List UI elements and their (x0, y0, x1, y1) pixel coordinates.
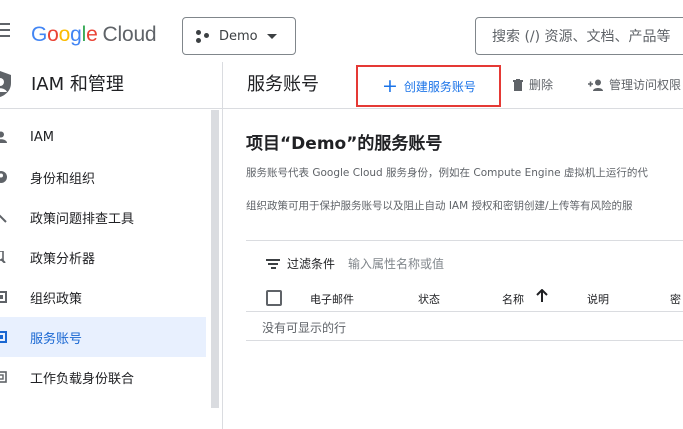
person-icon (0, 131, 7, 143)
select-all-checkbox[interactable] (266, 290, 282, 306)
table-top-divider (246, 240, 683, 241)
arrow-up-icon[interactable] (536, 289, 548, 303)
filter-icon (266, 258, 280, 269)
create-service-account-button[interactable]: + 创建服务账号 (356, 65, 501, 107)
person-add-icon (588, 79, 603, 91)
trash-icon (513, 78, 523, 91)
plus-icon: + (382, 74, 398, 97)
caret-down-icon (266, 33, 277, 39)
sidebar-item-workload-identity[interactable]: 工作负载身份联合 (0, 357, 206, 397)
sidebar-item-label: 身份和组织 (30, 171, 96, 187)
column-status[interactable]: 状态 (418, 291, 440, 307)
product-title: IAM 和管理 (31, 74, 124, 95)
document-icon (0, 291, 7, 303)
sidebar-scrollbar[interactable] (211, 110, 219, 408)
search-placeholder: 搜索 (/) 资源、文档、产品等 (492, 29, 671, 45)
shield-icon (0, 71, 11, 97)
sidebar-item-service-accounts[interactable]: 服务账号 (0, 317, 206, 357)
project-name: Demo (219, 28, 258, 44)
sidebar-item-label: 组织政策 (30, 291, 83, 307)
logo-cloud-text: Cloud (102, 23, 157, 46)
manage-label: 管理访问权限 (609, 78, 682, 92)
menu-icon[interactable] (0, 23, 10, 37)
google-cloud-logo[interactable]: Google Cloud (31, 22, 157, 48)
sidebar-item-iam[interactable]: IAM (0, 117, 206, 157)
product-header: IAM 和管理 (0, 62, 222, 109)
project-picker[interactable]: Demo (182, 17, 296, 55)
sidebar-item-identity-org[interactable]: 身份和组织 (0, 157, 206, 197)
page-title: 服务账号 (247, 74, 319, 95)
table-empty-row: 没有可显示的行 (246, 313, 683, 341)
wrench-icon (0, 214, 7, 223)
sidebar: IAM 身份和组织 政策问题排查工具 政策分析器 组织政策 服务账号 工作负载身… (0, 110, 212, 429)
person-circle-icon (0, 171, 7, 183)
column-email[interactable]: 电子邮件 (310, 291, 354, 307)
search-input[interactable]: 搜索 (/) 资源、文档、产品等 (475, 17, 683, 55)
delete-button[interactable]: 删除 (513, 76, 553, 93)
table-header: 电子邮件 状态 名称 说明 密 (246, 284, 683, 312)
sidebar-item-org-policy[interactable]: 组织政策 (0, 277, 206, 317)
logo-google-text: Google (31, 23, 98, 46)
sidebar-item-policy-analyzer[interactable]: 政策分析器 (0, 237, 206, 277)
sidebar-item-label: IAM (30, 129, 54, 145)
delete-label: 删除 (529, 78, 554, 92)
page-header: 服务账号 + 创建服务账号 删除 管理访问权限 (223, 62, 683, 109)
project-icon (195, 28, 211, 44)
filter-input[interactable]: 输入属性名称或值 (348, 255, 444, 272)
service-account-icon (0, 331, 7, 343)
main-heading: 项目“Demo”的服务账号 (246, 134, 443, 154)
workload-icon (0, 371, 7, 383)
top-bar: Google Cloud Demo 搜索 (/) 资源、文档、产品等 (0, 0, 683, 62)
sidebar-item-label: 工作负载身份联合 (30, 371, 135, 387)
filter-bar[interactable]: 过滤条件 输入属性名称或值 (266, 255, 444, 272)
filter-label: 过滤条件 (287, 257, 336, 271)
sidebar-item-label: 政策问题排查工具 (30, 211, 135, 227)
description-org-policy: 组织政策可用于保护服务账号以及阻止自动 IAM 授权和密钥创建/上传等有风险的服 (246, 200, 633, 212)
column-description[interactable]: 说明 (587, 291, 609, 307)
column-key[interactable]: 密 (670, 291, 681, 307)
sidebar-item-label: 服务账号 (30, 331, 83, 347)
description-service-accounts: 服务账号代表 Google Cloud 服务身份，例如在 Compute Eng… (246, 167, 648, 179)
create-label: 创建服务账号 (403, 79, 476, 94)
analyzer-icon (0, 251, 6, 263)
sidebar-item-policy-troubleshooter[interactable]: 政策问题排查工具 (0, 197, 206, 237)
empty-text: 没有可显示的行 (262, 321, 347, 335)
vertical-divider (222, 62, 223, 429)
manage-access-button[interactable]: 管理访问权限 (588, 76, 681, 93)
column-name[interactable]: 名称 (502, 291, 524, 307)
sidebar-item-label: 政策分析器 (30, 251, 96, 267)
